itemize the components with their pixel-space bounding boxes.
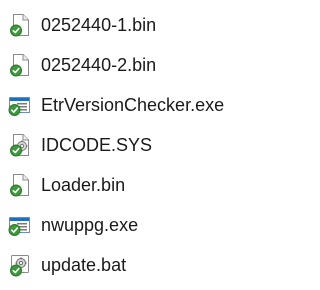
system-file-icon xyxy=(8,133,31,157)
batch-file-icon xyxy=(8,253,31,277)
generic-file-icon xyxy=(8,13,31,37)
file-item-0252440-2-bin[interactable]: 0252440-2.bin xyxy=(0,45,287,85)
file-item-loader-bin[interactable]: Loader.bin xyxy=(0,165,287,205)
generic-file-icon xyxy=(8,173,31,197)
file-name: 0252440-2.bin xyxy=(41,55,157,75)
file-list: 0252440-1.bin 0252440-2.bin EtrVersionCh… xyxy=(0,5,287,285)
file-name: 0252440-1.bin xyxy=(41,15,157,35)
file-item-0252440-1-bin[interactable]: 0252440-1.bin xyxy=(0,5,287,45)
file-item-update-bat[interactable]: update.bat xyxy=(0,245,287,285)
application-icon xyxy=(8,213,31,237)
file-item-etrversionchecker-exe[interactable]: EtrVersionChecker.exe xyxy=(0,85,287,125)
file-name: Loader.bin xyxy=(41,175,126,195)
file-name: nwuppg.exe xyxy=(41,215,139,235)
file-name: EtrVersionChecker.exe xyxy=(41,95,225,115)
application-icon xyxy=(8,93,31,117)
file-name: IDCODE.SYS xyxy=(41,135,153,155)
file-item-idcode-sys[interactable]: IDCODE.SYS xyxy=(0,125,287,165)
generic-file-icon xyxy=(8,53,31,77)
file-item-nwuppg-exe[interactable]: nwuppg.exe xyxy=(0,205,287,245)
file-name: update.bat xyxy=(41,255,127,275)
